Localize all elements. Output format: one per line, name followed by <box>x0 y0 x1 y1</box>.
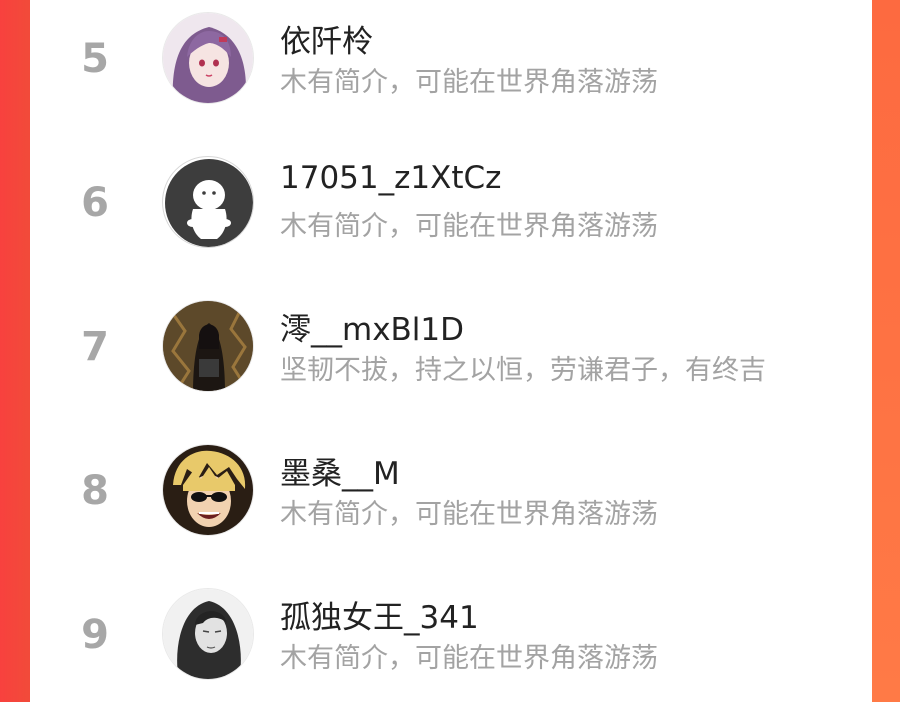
list-item[interactable]: 7 澪__mxBl1D 坚韧不拔，持之以恒，劳谦君子，有终吉 <box>30 288 872 408</box>
rank-number: 5 <box>81 36 109 82</box>
list-item[interactable]: 8 墨桑__M 木有简介，可能在世界角落游荡 <box>30 432 872 552</box>
user-bio: 坚韧不拔，持之以恒，劳谦君子，有终吉 <box>280 355 766 386</box>
user-avatar[interactable] <box>162 300 254 392</box>
anime-girl-purple-hair-avatar-icon <box>163 13 253 103</box>
user-bio: 木有简介，可能在世界角落游荡 <box>280 67 658 98</box>
rank-number: 6 <box>81 180 109 226</box>
list-item[interactable]: 6 17051_z1XtCz 木有简介，可能在世界角落游荡 <box>30 144 872 264</box>
user-name: 澪__mxBl1D <box>280 312 465 348</box>
dark-anime-figure-avatar-icon <box>163 301 253 391</box>
rank-number: 8 <box>81 468 109 514</box>
user-name: 墨桑__M <box>280 456 400 492</box>
list-item[interactable]: 5 依阡柃 木有简介，可能在世界角落游荡 <box>30 0 872 120</box>
ranking-list-card: 5 依阡柃 木有简介，可能在世界角落游荡 6 17051_z1XtCz 木有简介… <box>30 0 872 702</box>
default-user-avatar-icon <box>165 159 253 247</box>
user-bio: 木有简介，可能在世界角落游荡 <box>280 211 658 242</box>
user-name: 17051_z1XtCz <box>280 160 502 196</box>
user-avatar[interactable] <box>162 12 254 104</box>
user-name: 依阡柃 <box>280 24 373 60</box>
sunglasses-anime-boy-avatar-icon <box>163 445 253 535</box>
long-hair-girl-sketch-avatar-icon <box>163 589 253 679</box>
user-bio: 木有简介，可能在世界角落游荡 <box>280 643 658 674</box>
user-avatar[interactable] <box>162 444 254 536</box>
user-name: 孤独女王_341 <box>280 600 479 636</box>
rank-number: 7 <box>81 324 109 370</box>
user-avatar[interactable] <box>162 588 254 680</box>
rank-number: 9 <box>81 612 109 658</box>
user-bio: 木有简介，可能在世界角落游荡 <box>280 499 658 530</box>
user-avatar[interactable] <box>162 156 254 248</box>
list-item[interactable]: 9 孤独女王_341 木有简介，可能在世界角落游荡 <box>30 576 872 696</box>
